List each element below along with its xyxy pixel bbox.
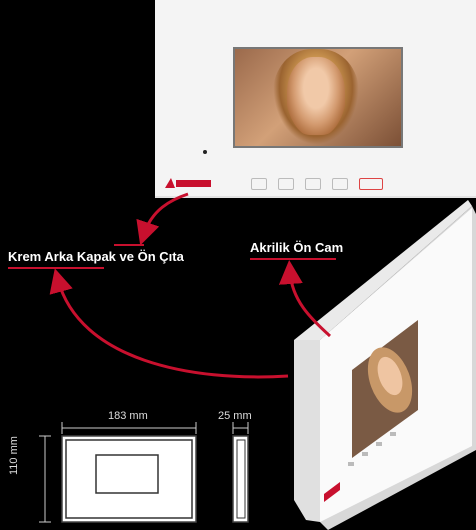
arrow-to-front-glass: [278, 260, 332, 338]
depth-dimension: 25 mm: [218, 410, 252, 422]
front-outline: [61, 435, 197, 523]
arrow-from-device-to-back-cover: [49, 268, 289, 379]
arrow-to-back-cover: [136, 192, 189, 246]
width-dimension: 183 mm: [108, 410, 148, 422]
height-dimension: 110 mm: [8, 436, 20, 475]
side-outline: [232, 435, 249, 523]
